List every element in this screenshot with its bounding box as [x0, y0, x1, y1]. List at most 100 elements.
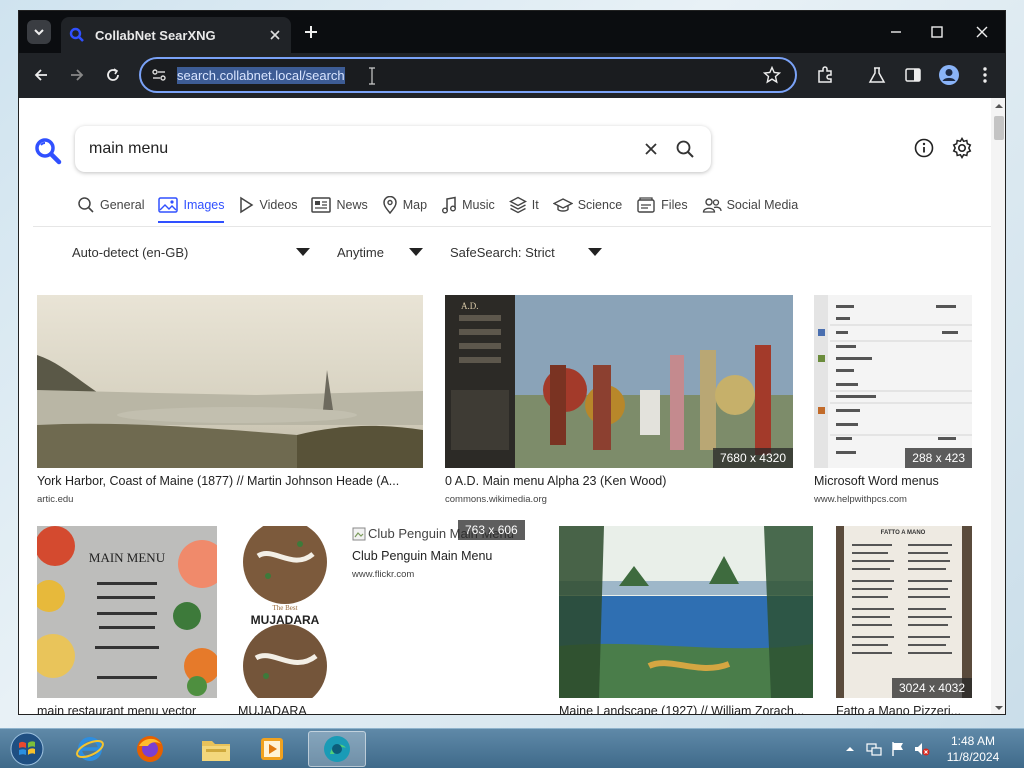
result-source: commons.wikimedia.org — [445, 494, 547, 505]
time-range-select[interactable]: Anytime — [337, 234, 429, 270]
image-dimensions-badge: 288 x 423 — [905, 448, 972, 468]
taskbar-browser-active[interactable] — [308, 731, 366, 767]
taskbar-internet-explorer[interactable] — [64, 731, 116, 767]
tab-map[interactable]: Map — [382, 190, 427, 220]
category-divider — [33, 226, 991, 227]
tab-images[interactable]: Images — [158, 190, 225, 223]
address-bar[interactable]: search.collabnet.local/search — [139, 57, 797, 93]
site-info-icon[interactable] — [151, 67, 167, 88]
profile-avatar-icon[interactable] — [937, 63, 961, 87]
result-title[interactable]: 0 A.D. Main menu Alpha 23 (Ken Wood) — [445, 474, 793, 488]
labs-flask-icon[interactable] — [865, 63, 889, 87]
clear-search-icon[interactable] — [639, 137, 663, 161]
tab-files[interactable]: Files — [636, 190, 688, 220]
tray-expand-icon[interactable] — [842, 741, 858, 757]
tray-volume-muted-icon[interactable] — [914, 741, 930, 757]
bookmark-star-icon[interactable] — [762, 65, 782, 89]
thumbnail-heading: MAIN MENU — [88, 550, 166, 565]
safesearch-select[interactable]: SafeSearch: Strict — [450, 234, 605, 270]
image-result[interactable]: Club Penguin Main Menu 763 x 606 Club Pe… — [352, 520, 542, 606]
result-thumbnail[interactable]: 288 x 423 — [814, 295, 972, 468]
result-thumbnail[interactable]: A.D. 7680 x 4320 — [445, 295, 793, 468]
taskbar-firefox[interactable] — [124, 731, 176, 767]
extensions-puzzle-icon[interactable] — [813, 63, 837, 87]
result-title[interactable]: York Harbor, Coast of Maine (1877) // Ma… — [37, 474, 423, 488]
image-result[interactable]: 288 x 423 Microsoft Word menus www.helpw… — [814, 295, 972, 510]
search-input[interactable] — [89, 140, 629, 158]
thumbnail-small-text: The Best — [272, 604, 298, 612]
clock-date: 11/8/2024 — [946, 750, 1000, 764]
tab-general[interactable]: General — [77, 190, 144, 220]
map-pin-icon — [382, 196, 397, 214]
result-thumbnail[interactable]: MAIN MENU — [37, 526, 217, 698]
tab-social-media[interactable]: Social Media — [702, 190, 798, 220]
taskbar-file-explorer[interactable] — [190, 731, 242, 767]
result-title[interactable]: main restaurant menu vector — [37, 704, 217, 714]
result-title[interactable]: Microsoft Word menus — [814, 474, 972, 488]
scroll-up-arrow-icon[interactable] — [995, 102, 1003, 110]
minimize-icon[interactable] — [881, 19, 911, 45]
result-thumbnail[interactable]: FATTO A MANO 3024 x 4032 — [836, 526, 972, 698]
settings-gear-icon[interactable] — [950, 136, 974, 160]
searxng-logo-icon[interactable] — [33, 136, 63, 166]
tab-search-button[interactable] — [27, 20, 51, 44]
image-result[interactable]: MAIN MENU main restaurant menu vector — [37, 526, 217, 714]
image-result[interactable]: York Harbor, Coast of Maine (1877) // Ma… — [37, 295, 423, 510]
tab-it-label: It — [531, 198, 539, 212]
files-icon — [637, 197, 655, 213]
result-title[interactable]: Maine Landscape (1927) // William Zorach… — [559, 704, 813, 714]
tab-news[interactable]: News — [311, 190, 368, 220]
chevron-down-icon — [34, 29, 44, 36]
taskbar-media-player[interactable] — [246, 731, 298, 767]
result-title[interactable]: Club Penguin Main Menu — [352, 549, 542, 563]
taskbar-clock[interactable]: 1:48 AM 11/8/2024 — [938, 733, 1008, 765]
result-thumbnail[interactable] — [37, 295, 423, 468]
scroll-down-arrow-icon[interactable] — [995, 704, 1003, 712]
browser-app-icon — [324, 736, 350, 762]
scrollbar-thumb[interactable] — [994, 116, 1004, 140]
window-close-icon[interactable] — [967, 19, 997, 45]
start-button[interactable] — [2, 731, 52, 767]
tab-active[interactable]: CollabNet SearXNG — [61, 17, 291, 53]
language-select[interactable]: Auto-detect (en-GB) — [72, 234, 312, 270]
tab-videos-label: Videos — [259, 198, 298, 212]
image-result[interactable]: FATTO A MANO 3024 x 4032 Fatto a Mano Pi… — [836, 526, 972, 714]
graduation-cap-icon — [552, 198, 573, 212]
tab-close-icon[interactable] — [267, 27, 283, 43]
thumbnail-header-text: FATTO A MANO — [880, 530, 926, 536]
tab-it[interactable]: It — [508, 190, 539, 220]
side-panel-icon[interactable] — [901, 63, 925, 87]
tab-music[interactable]: Music — [441, 190, 495, 220]
windows-taskbar: 1:48 AM 11/8/2024 — [0, 728, 1024, 768]
search-submit-icon[interactable] — [673, 137, 697, 161]
page-scrollbar[interactable] — [991, 98, 1005, 714]
url-text[interactable]: search.collabnet.local/search — [177, 66, 345, 84]
tray-flag-icon[interactable] — [890, 741, 906, 757]
text-cursor-icon — [367, 67, 377, 90]
result-title[interactable]: MUJADARA — [238, 704, 332, 714]
new-tab-plus-icon[interactable] — [301, 22, 321, 42]
result-thumbnail[interactable]: The Best MUJADARA — [238, 526, 332, 698]
newspaper-icon — [311, 197, 332, 213]
tab-science-label: Science — [577, 198, 623, 212]
tab-science[interactable]: Science — [552, 190, 623, 220]
image-result[interactable]: A.D. 7680 x 4320 0 A.D. Main menu Alpha … — [445, 295, 793, 510]
tray-network-icon[interactable] — [866, 741, 882, 757]
tab-music-label: Music — [462, 198, 495, 212]
back-arrow-icon[interactable] — [29, 63, 53, 87]
info-icon[interactable] — [912, 136, 936, 160]
reload-icon[interactable] — [101, 63, 125, 87]
tab-images-label: Images — [183, 198, 225, 212]
image-dimensions-badge: 763 x 606 — [458, 520, 525, 540]
image-result[interactable]: The Best MUJADARA MUJADARA — [238, 526, 332, 714]
result-thumbnail[interactable] — [559, 526, 813, 698]
menu-kebab-icon[interactable] — [973, 63, 997, 87]
forward-arrow-icon[interactable] — [65, 63, 89, 87]
tab-videos[interactable]: Videos — [238, 190, 297, 220]
searxng-favicon-icon — [69, 27, 84, 42]
result-title[interactable]: Fatto a Mano Pizzeri... — [836, 704, 972, 714]
result-source: artic.edu — [37, 494, 74, 505]
image-result[interactable]: Maine Landscape (1927) // William Zorach… — [559, 526, 813, 714]
language-select-value: Auto-detect (en-GB) — [72, 244, 189, 260]
maximize-icon[interactable] — [922, 19, 952, 45]
